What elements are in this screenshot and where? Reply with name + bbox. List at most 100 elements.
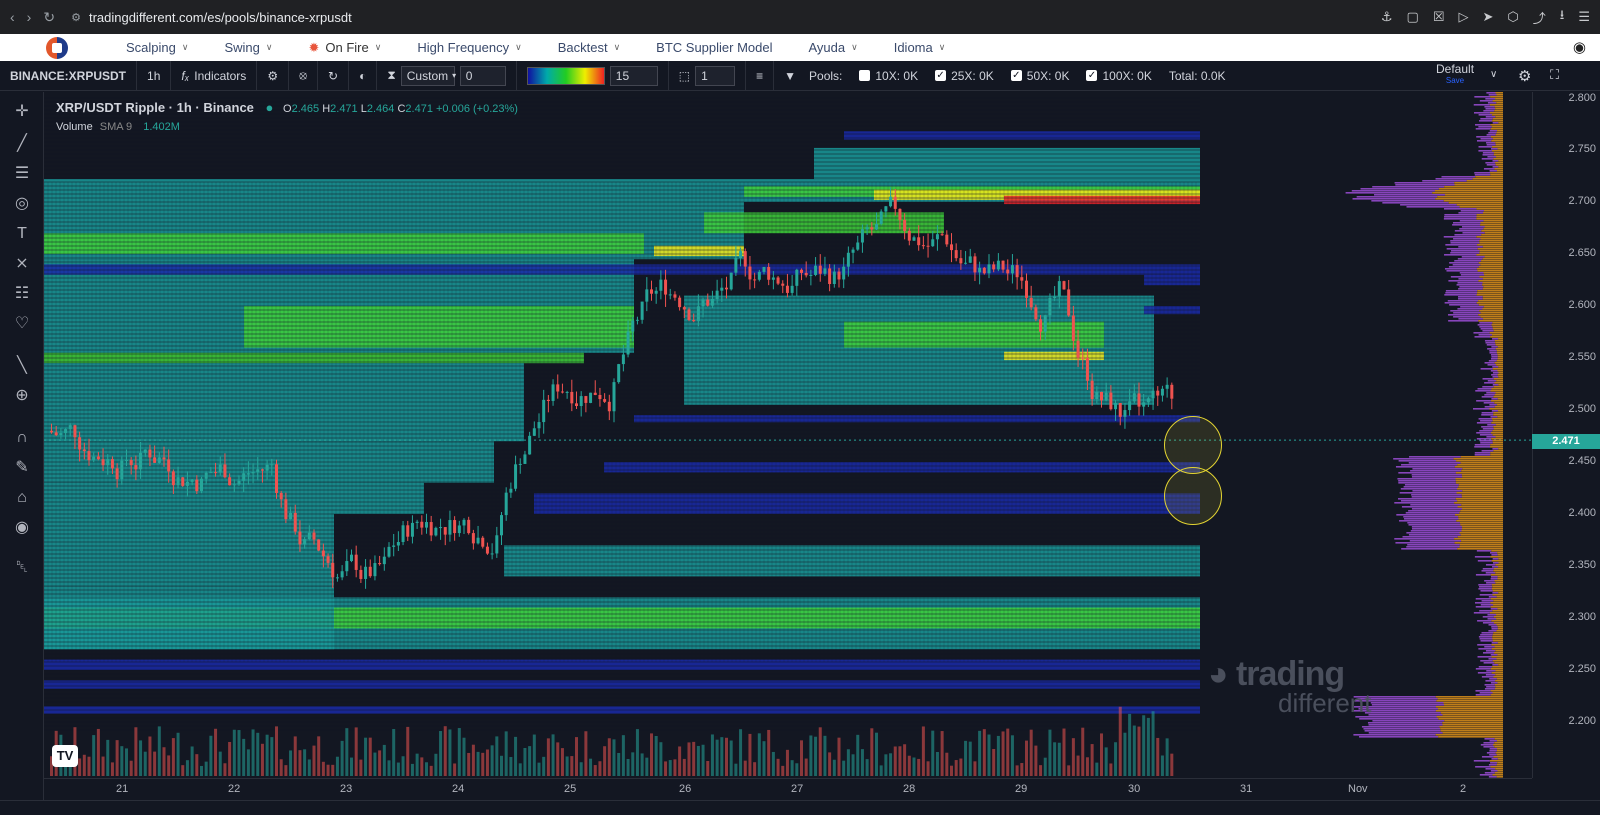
url-text[interactable]: tradingdifferent.com/es/pools/binance-xr… [89, 10, 352, 25]
menu-btc-supplier-model[interactable]: BTC Supplier Model [638, 40, 790, 56]
heatmap-band [44, 680, 1200, 689]
back-icon[interactable]: ‹ [10, 9, 15, 26]
zoom-in-icon[interactable]: ⊕ [10, 384, 34, 408]
fire-icon: ✹ [308, 39, 320, 55]
extensions-icon[interactable]: ⬡ [1507, 9, 1518, 25]
text-icon[interactable]: T [10, 222, 34, 246]
pool-10x-checkbox[interactable] [859, 70, 871, 81]
align-button[interactable]: ≡ [746, 60, 775, 91]
profile-bar-buy [1489, 760, 1503, 762]
layers-input[interactable]: 1 [695, 65, 736, 86]
profile-bar-sell [1457, 258, 1483, 260]
interval-label: 1h [147, 68, 161, 83]
download-icon[interactable]: ⭳ [1560, 6, 1565, 28]
shield-icon[interactable]: ☒ [1433, 9, 1445, 25]
tradingview-logo[interactable]: TV [52, 745, 78, 767]
volume-bar [950, 765, 953, 776]
ruler-icon[interactable]: ╲ [10, 354, 34, 378]
camera-icon[interactable]: ◉ [1573, 38, 1586, 56]
chart-settings-icon[interactable]: ⚙ [1518, 67, 1531, 85]
legend-title[interactable]: XRP/USDT Ripple · 1h · Binance [56, 100, 254, 115]
candle-body [148, 449, 152, 458]
menu-icon[interactable]: ☰ [1578, 9, 1590, 25]
lock-icon[interactable]: ⌂ [10, 486, 34, 510]
volume-label[interactable]: Volume [56, 121, 93, 133]
volume-bar [823, 735, 827, 776]
play-icon[interactable]: ▷ [1459, 9, 1469, 25]
palette-button[interactable]: ◐ [349, 60, 378, 91]
screenshot-icon[interactable]: ▢ [1407, 9, 1419, 25]
layout-select[interactable]: Default Save [1436, 63, 1474, 87]
profile-bar-buy [1490, 136, 1503, 138]
layout-save[interactable]: Save [1436, 75, 1474, 87]
profile-bar-sell [1477, 672, 1492, 674]
candle-body [579, 396, 583, 407]
profile-bar-buy [1495, 392, 1503, 394]
profile-bar-buy [1442, 722, 1503, 724]
menu-backtest[interactable]: Backtest ∨ [540, 40, 638, 56]
pool-100x-checkbox[interactable]: ✓ [1086, 70, 1098, 81]
menu-on-fire[interactable]: ✹ On Fire ∨ [290, 40, 399, 56]
profile-bar-buy [1495, 134, 1503, 136]
trend-line-icon[interactable]: ╱ [10, 132, 34, 156]
pattern-icon[interactable]: ⨯ [10, 252, 34, 276]
profile-bar-sell [1492, 448, 1499, 450]
interval-select[interactable]: 1h [137, 60, 172, 91]
gradient-slider[interactable] [526, 66, 605, 85]
profile-bar-buy [1476, 302, 1503, 304]
profile-bar-sell [1482, 378, 1494, 380]
trash-icon[interactable]: ␡ [10, 556, 34, 580]
volume-bar [1034, 745, 1038, 776]
time-axis[interactable]: 21 22 23 24 25 26 27 28 29 30 31 Nov 2 [44, 778, 1532, 800]
candle-body [875, 223, 878, 230]
volume-bar [485, 749, 489, 776]
pin-icon[interactable]: ⚓ [1381, 9, 1393, 25]
menu-high-frequency[interactable]: High Frequency ∨ [399, 40, 539, 56]
share-icon[interactable]: ⤴ [1533, 8, 1546, 27]
menu-idioma[interactable]: Idioma ∨ [876, 40, 964, 56]
menu-swing[interactable]: Swing ∨ [206, 40, 290, 56]
eye-icon[interactable]: ◉ [10, 516, 34, 540]
candle-body [242, 473, 246, 481]
send-icon[interactable]: ➤ [1483, 9, 1494, 25]
candle-body [368, 566, 372, 577]
pool-50x-checkbox[interactable]: ✓ [1010, 70, 1022, 81]
profile-bar-sell [1367, 722, 1443, 724]
reload-icon[interactable]: ↻ [43, 9, 55, 26]
brush-icon[interactable]: ◎ [10, 192, 34, 216]
menu-ayuda[interactable]: Ayuda ∨ [790, 40, 875, 56]
site-info-icon[interactable]: ⚙ [71, 11, 81, 24]
magnet-icon[interactable]: ∩ [10, 426, 34, 450]
crosshair-icon[interactable]: ✛ [10, 100, 34, 124]
candle-body [851, 249, 855, 253]
candle-body [364, 566, 368, 579]
candle-body [425, 522, 428, 528]
hide-button[interactable]: ⦻ [289, 60, 319, 91]
symbol-select[interactable]: BINANCE:XRPUSDT [0, 60, 138, 91]
site-logo[interactable] [46, 36, 68, 59]
menu-scalping[interactable]: Scalping ∨ [108, 40, 206, 56]
volume-bar [556, 742, 560, 776]
mode-select[interactable]: Custom ▾ [400, 65, 456, 86]
profile-bar-sell [1474, 96, 1491, 98]
settings-gear-button[interactable]: ⚙ [257, 60, 290, 91]
favorite-icon[interactable]: ♡ [10, 312, 34, 336]
fib-lines-icon[interactable]: ☰ [10, 162, 34, 186]
pool-25x-checkbox[interactable]: ✓ [935, 70, 947, 81]
profile-bar-buy [1462, 476, 1503, 478]
volume-bar [696, 745, 700, 776]
profile-bar-sell [1475, 390, 1491, 392]
forecast-icon[interactable]: ☷ [10, 282, 34, 306]
chevron-down-icon[interactable]: ∨ [1490, 69, 1497, 80]
gradient-value-input[interactable]: 15 [609, 65, 658, 86]
refresh-button[interactable]: ↻ [318, 60, 350, 91]
fullscreen-icon[interactable]: ⛶ [1550, 67, 1559, 83]
address-bar[interactable]: ⚙ tradingdifferent.com/es/pools/binance-… [71, 10, 352, 25]
volume-bar [101, 756, 105, 776]
lock-drawings-icon[interactable]: ✎ [10, 456, 34, 480]
candle-body [345, 561, 349, 572]
indicators-button[interactable]: fₓ Indicators [171, 60, 258, 91]
profile-bar-sell [1492, 558, 1499, 560]
forward-icon[interactable]: › [27, 9, 32, 26]
mode-value-input[interactable]: 0 [459, 65, 506, 86]
